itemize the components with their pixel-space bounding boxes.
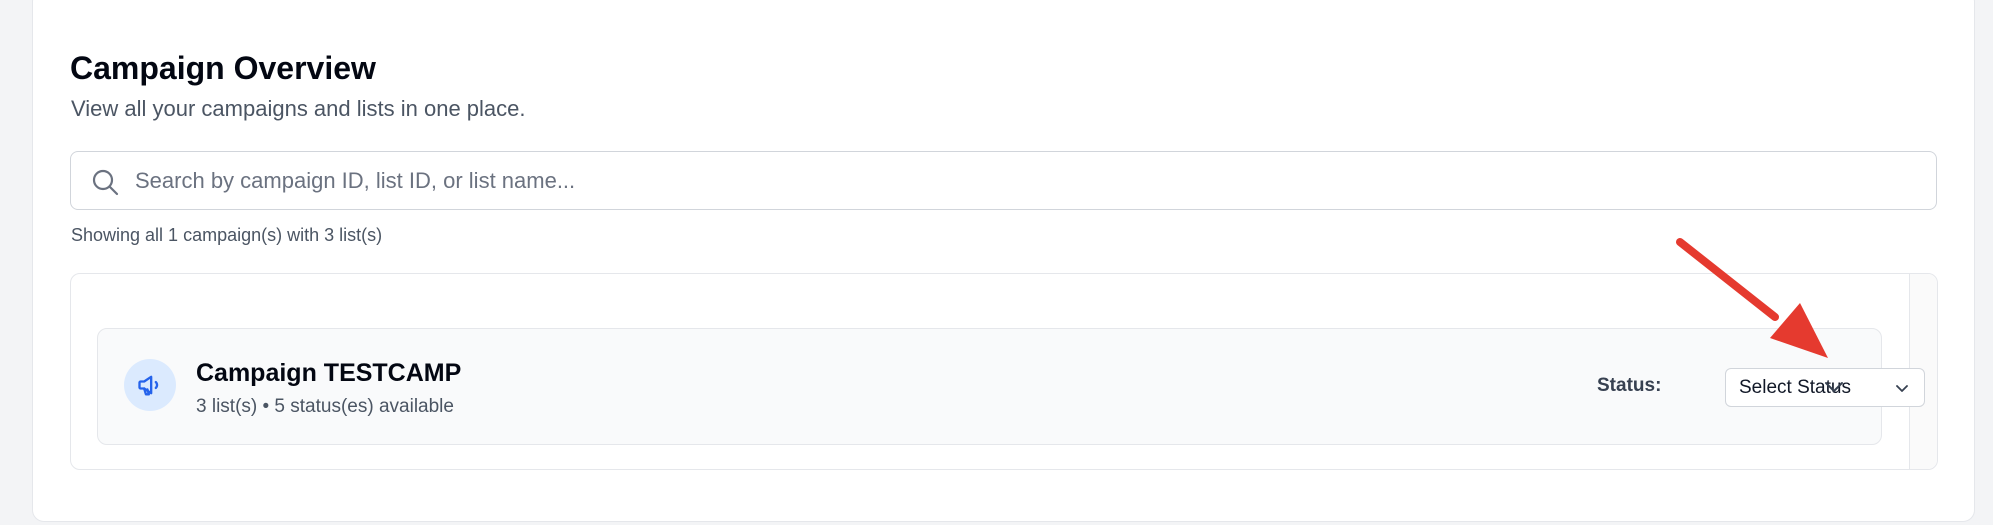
chevron-down-icon: [1894, 380, 1910, 396]
status-label: Status:: [1597, 375, 1662, 396]
campaign-list: Campaign TESTCAMP 3 list(s) • 5 status(e…: [70, 273, 1938, 470]
results-summary: Showing all 1 campaign(s) with 3 list(s): [71, 225, 383, 245]
megaphone-icon: [124, 359, 176, 411]
search-box[interactable]: [70, 151, 1937, 210]
campaign-meta: 3 list(s) • 5 status(es) available: [196, 396, 454, 417]
page-subtitle: View all your campaigns and lists in one…: [71, 96, 526, 121]
search-input[interactable]: [135, 162, 1915, 200]
campaign-card[interactable]: Campaign TESTCAMP 3 list(s) • 5 status(e…: [97, 328, 1925, 445]
page-title: Campaign Overview: [70, 50, 376, 86]
search-icon: [91, 168, 119, 196]
chevron-down-icon: [1825, 382, 1843, 392]
expand-campaign-button[interactable]: [1816, 369, 1852, 405]
campaign-name: Campaign TESTCAMP: [196, 359, 462, 387]
